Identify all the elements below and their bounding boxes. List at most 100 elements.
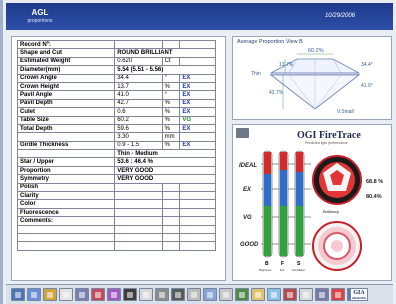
record-grade: EX bbox=[179, 98, 216, 109]
fingerprint-tool-button[interactable] bbox=[59, 288, 73, 301]
record-row: Fluorescence bbox=[16, 207, 216, 218]
record-value bbox=[114, 199, 163, 209]
record-unit bbox=[161, 39, 181, 50]
paint-tool-icon bbox=[127, 292, 133, 298]
record-label: Color bbox=[16, 199, 116, 209]
record-value bbox=[114, 191, 163, 201]
record-label: Girdle Thickness bbox=[16, 140, 116, 151]
record-unit: % bbox=[161, 115, 181, 125]
print-tool-button[interactable] bbox=[155, 288, 169, 301]
prism-tool-button[interactable] bbox=[107, 288, 121, 301]
save-tool-button[interactable] bbox=[235, 288, 249, 301]
record-row: Shape and Cut ROUND BRILLIANT bbox=[16, 48, 216, 58]
record-label bbox=[16, 132, 116, 142]
proportion-view-panel: Average Proportion View B 60.2% 13.7% 34… bbox=[232, 36, 392, 120]
record-label: Record Nº: bbox=[16, 39, 116, 50]
record-label bbox=[16, 232, 116, 243]
hearts-tool-button[interactable] bbox=[91, 288, 105, 301]
pavilion-depth-label: 42.7% bbox=[269, 90, 284, 96]
record-value: 13.7 bbox=[114, 81, 163, 92]
diamond-tool-icon bbox=[79, 292, 85, 298]
table-pct-label: 60.2% bbox=[308, 48, 324, 54]
record-label: Polish bbox=[16, 182, 116, 193]
light-tool-button[interactable] bbox=[43, 288, 57, 301]
record-grade bbox=[179, 182, 216, 193]
record-label: Estimated Weight bbox=[16, 56, 116, 67]
record-unit bbox=[161, 241, 181, 251]
record-row: Proportion VERY GOOD bbox=[16, 165, 216, 176]
record-value bbox=[114, 216, 163, 226]
ruler-tool-button[interactable] bbox=[299, 288, 313, 301]
gia-button[interactable]: GIA GRADING bbox=[350, 288, 368, 301]
paint-tool-button[interactable] bbox=[123, 288, 137, 301]
record-unit: % bbox=[161, 123, 181, 134]
fingerprint-tool-icon bbox=[63, 292, 69, 298]
hearts-tool-icon bbox=[95, 292, 101, 298]
record-grade bbox=[179, 132, 216, 142]
record-row: Color bbox=[16, 199, 216, 209]
export-tool-button[interactable] bbox=[203, 288, 217, 301]
grade-ideal: IDEAL bbox=[239, 163, 257, 169]
view-tool-button[interactable] bbox=[267, 288, 281, 301]
record-row: Girdle Thickness 0.9 - 1.5% EX bbox=[16, 140, 216, 151]
record-unit: ° bbox=[161, 73, 181, 83]
record-grade bbox=[179, 56, 216, 67]
diamond-tool-button[interactable] bbox=[75, 288, 89, 301]
export-tool-icon bbox=[207, 292, 213, 298]
record-value: 3.30 bbox=[114, 132, 163, 142]
record-unit bbox=[161, 232, 181, 243]
record-grade bbox=[179, 39, 216, 50]
record-grade: EX bbox=[179, 81, 216, 92]
note-tool-button[interactable] bbox=[219, 288, 233, 301]
record-value: 59.6 bbox=[114, 123, 163, 134]
open-tool-icon bbox=[255, 292, 261, 298]
record-grade bbox=[179, 199, 216, 209]
record-grade bbox=[179, 232, 216, 243]
cert-tool-button[interactable] bbox=[331, 288, 345, 301]
record-grade: EX bbox=[179, 90, 216, 100]
record-table: Record Nº: Shape and Cut ROUND BRILLIANT Es… bbox=[16, 39, 216, 251]
record-row: Pavil Depth 42.7% EX bbox=[16, 98, 216, 109]
record-label: Star / Upper bbox=[16, 157, 116, 167]
settings-tool-button[interactable] bbox=[171, 288, 185, 301]
record-label bbox=[16, 149, 116, 159]
brightness-caption: Brilliancy bbox=[323, 209, 339, 214]
diamond-view-tool-button[interactable] bbox=[315, 288, 329, 301]
record-unit: ° bbox=[161, 90, 181, 100]
open-tool-button[interactable] bbox=[251, 288, 265, 301]
record-label bbox=[16, 224, 116, 235]
record-grade: EX bbox=[179, 140, 216, 151]
camera-tool-button[interactable] bbox=[187, 288, 201, 301]
girdle-label: Thin bbox=[251, 71, 261, 77]
record-unit: mm bbox=[161, 132, 181, 142]
gia-sublabel: GRADING bbox=[351, 296, 367, 300]
record-label: Comments: bbox=[16, 216, 116, 226]
record-row: Crown Height 13.7% EX bbox=[16, 81, 216, 92]
crown-angle-label: 34.4° bbox=[361, 62, 373, 68]
prism-tool-icon bbox=[111, 292, 117, 298]
document-tool-button[interactable] bbox=[139, 288, 153, 301]
record-value: 0.6 bbox=[114, 107, 163, 117]
grade-good: GOOD bbox=[240, 242, 259, 248]
scan-tool-button[interactable] bbox=[11, 288, 25, 301]
app-name: AGL bbox=[31, 8, 49, 17]
record-unit bbox=[161, 216, 181, 226]
record-value: 34.4 bbox=[114, 73, 163, 83]
brightness-value: 68.8 % bbox=[366, 179, 383, 185]
record-unit bbox=[161, 199, 181, 209]
record-label: Diameter(mm) bbox=[16, 65, 116, 75]
brightness-bar bbox=[262, 150, 273, 258]
chart-tool-button[interactable] bbox=[283, 288, 297, 301]
firetrace-logo-icon bbox=[236, 128, 249, 138]
record-row: Symmetry VERY GOOD bbox=[16, 174, 216, 184]
measure-tool-button[interactable] bbox=[27, 288, 41, 301]
bottom-toolbar: GIA GRADING bbox=[6, 284, 393, 304]
record-value bbox=[114, 182, 163, 193]
document-tool-icon bbox=[143, 292, 149, 298]
record-grade bbox=[179, 207, 216, 218]
record-value: VERY GOOD bbox=[114, 174, 216, 184]
diamond-view-tool-icon bbox=[319, 292, 325, 298]
record-row: Culet 0.6% EX bbox=[16, 107, 216, 117]
scintillation-bar bbox=[294, 150, 305, 258]
bar-caption-brightness: Brightness bbox=[259, 268, 272, 272]
